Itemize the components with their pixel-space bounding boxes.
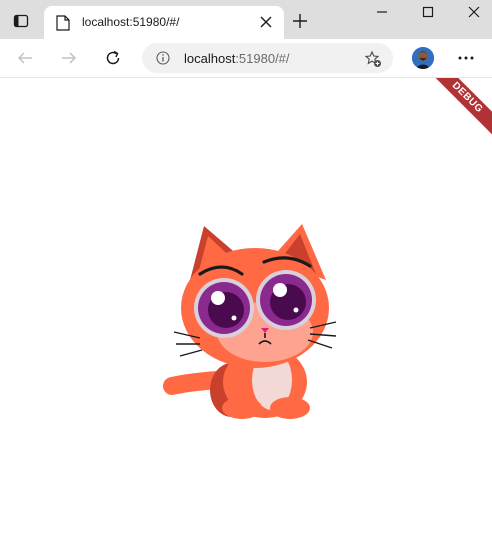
browser-tab[interactable]: localhost:51980/#/ (44, 6, 284, 39)
document-icon (56, 15, 70, 31)
debug-banner: DEBUG (422, 78, 492, 143)
back-icon (17, 52, 32, 64)
more-icon (458, 56, 474, 60)
minimize-icon (377, 11, 387, 13)
url-rest: :51980/#/ (235, 51, 290, 66)
profile-avatar[interactable] (412, 47, 434, 69)
reload-button[interactable] (102, 47, 124, 69)
tab-actions-icon (13, 14, 29, 28)
close-icon (468, 6, 480, 18)
address-bar[interactable]: localhost:51980/#/ (142, 43, 393, 73)
favorite-star-icon[interactable] (364, 50, 382, 68)
maximize-icon (422, 6, 434, 18)
new-tab-icon[interactable] (292, 13, 308, 29)
page-content: DEBUG (0, 78, 492, 553)
browser-toolbar: localhost:51980/#/ (0, 39, 492, 78)
orange-kitten-illustration (163, 224, 337, 419)
forward-icon (62, 52, 77, 64)
info-icon[interactable] (156, 51, 170, 65)
reload-icon (106, 50, 120, 65)
maximize-button[interactable] (406, 0, 450, 24)
tab-actions-button[interactable] (6, 8, 36, 34)
close-window-button[interactable] (452, 0, 492, 24)
browser-titlebar: localhost:51980/#/ (0, 0, 492, 39)
tab-close-icon[interactable] (260, 16, 272, 28)
more-button[interactable] (455, 51, 477, 65)
back-button[interactable] (14, 47, 36, 69)
minimize-button[interactable] (360, 0, 404, 24)
profile-avatar-icon (412, 47, 434, 69)
url-text[interactable]: localhost:51980/#/ (184, 51, 290, 66)
forward-button[interactable] (58, 47, 80, 69)
url-host: localhost (184, 51, 236, 66)
tab-title: localhost:51980/#/ (82, 15, 180, 29)
